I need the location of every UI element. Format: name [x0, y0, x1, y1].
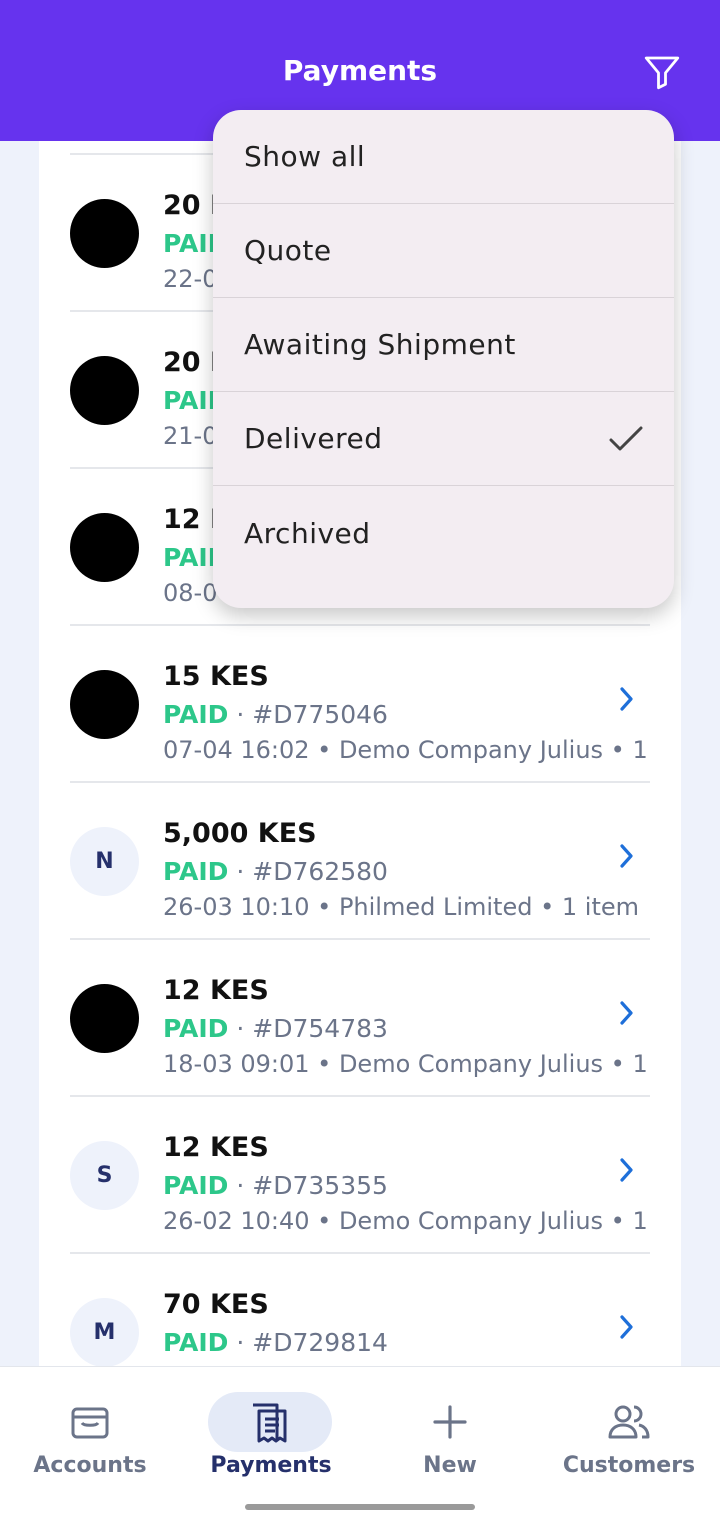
separator: ·	[236, 1171, 253, 1200]
menu-item-quote[interactable]: Quote	[213, 204, 674, 298]
payment-row[interactable]: 12 KES PAID · #D754783 18-03 09:01 • Dem…	[39, 940, 681, 1097]
payment-amount: 15 KES	[163, 661, 269, 692]
payment-row[interactable]: M 70 KES PAID · #D729814	[39, 1254, 681, 1366]
nav-label: New	[423, 1453, 477, 1478]
menu-item-awaiting-shipment[interactable]: Awaiting Shipment	[213, 298, 674, 392]
menu-item-label: Quote	[244, 234, 332, 267]
payment-status: PAID	[163, 1328, 229, 1357]
checkmark-icon	[606, 419, 646, 459]
payment-amount: 70 KES	[163, 1289, 269, 1320]
nav-item-payments[interactable]: Payments	[180, 1367, 362, 1497]
payment-status-line: PAID · #D754783	[163, 1014, 388, 1043]
nav-item-accounts[interactable]: Accounts	[0, 1367, 180, 1497]
payment-status: PAID	[163, 1171, 229, 1200]
nav-label: Accounts	[33, 1453, 147, 1478]
chevron-right-icon[interactable]	[611, 841, 641, 871]
filter-button[interactable]	[638, 48, 686, 96]
chevron-right-icon[interactable]	[611, 684, 641, 714]
payment-status-line: PAID · #D762580	[163, 857, 388, 886]
payment-id: #D735355	[252, 1171, 388, 1200]
payment-meta: 07-04 16:02 • Demo Company Julius • 1	[163, 736, 648, 764]
filter-dropdown-menu: Show all Quote Awaiting Shipment Deliver…	[213, 110, 674, 608]
payment-id: #D775046	[252, 700, 388, 729]
payment-row[interactable]: S 12 KES PAID · #D735355 26-02 10:40 • D…	[39, 1097, 681, 1254]
payment-id: #D762580	[252, 857, 388, 886]
payment-meta: 26-02 10:40 • Demo Company Julius • 1	[163, 1207, 648, 1235]
payment-row[interactable]: N 5,000 KES PAID · #D762580 26-03 10:10 …	[39, 783, 681, 940]
payment-amount: 5,000 KES	[163, 818, 317, 849]
avatar	[70, 670, 139, 739]
menu-item-delivered[interactable]: Delivered	[213, 392, 674, 486]
payment-id: #D754783	[252, 1014, 388, 1043]
wallet-icon	[58, 1392, 122, 1452]
menu-item-label: Awaiting Shipment	[244, 328, 516, 361]
bottom-nav: Accounts Payments New Customers	[0, 1366, 720, 1522]
nav-item-customers[interactable]: Customers	[538, 1367, 720, 1497]
avatar	[70, 199, 139, 268]
payment-meta: 18-03 09:01 • Demo Company Julius • 1	[163, 1050, 648, 1078]
separator: ·	[236, 1014, 253, 1043]
nav-item-new[interactable]: New	[362, 1367, 538, 1497]
menu-item-label: Delivered	[244, 422, 383, 455]
avatar	[70, 984, 139, 1053]
payment-status: PAID	[163, 1014, 229, 1043]
people-icon	[597, 1392, 661, 1452]
chevron-right-icon[interactable]	[611, 1155, 641, 1185]
nav-label: Customers	[562, 1453, 696, 1478]
separator: ·	[236, 700, 253, 729]
avatar	[70, 356, 139, 425]
payment-status-line: PAID · #D775046	[163, 700, 388, 729]
plus-icon	[418, 1392, 482, 1452]
chevron-right-icon[interactable]	[611, 1312, 641, 1342]
receipt-icon	[208, 1392, 332, 1452]
payment-meta: 26-03 10:10 • Philmed Limited • 1 item	[163, 893, 640, 921]
avatar: N	[70, 827, 139, 896]
home-indicator	[245, 1504, 475, 1510]
payment-status: PAID	[163, 857, 229, 886]
filter-icon	[644, 56, 680, 90]
page-title: Payments	[282, 54, 438, 87]
payment-status-line: PAID · #D729814	[163, 1328, 388, 1357]
payment-amount: 12 KES	[163, 975, 269, 1006]
chevron-right-icon[interactable]	[611, 998, 641, 1028]
menu-item-show-all[interactable]: Show all	[213, 110, 674, 204]
payment-row[interactable]: 15 KES PAID · #D775046 07-04 16:02 • Dem…	[39, 626, 681, 783]
payment-id: #D729814	[252, 1328, 388, 1357]
menu-item-archived[interactable]: Archived	[213, 486, 674, 580]
menu-item-label: Archived	[244, 516, 371, 550]
nav-label: Payments	[210, 1453, 332, 1478]
avatar: M	[70, 1298, 139, 1366]
payment-status-line: PAID · #D735355	[163, 1171, 388, 1200]
separator: ·	[236, 1328, 253, 1357]
separator: ·	[236, 857, 253, 886]
menu-item-label: Show all	[244, 140, 366, 173]
payment-status: PAID	[163, 700, 229, 729]
avatar	[70, 513, 139, 582]
avatar: S	[70, 1141, 139, 1210]
payment-amount: 12 KES	[163, 1132, 269, 1163]
